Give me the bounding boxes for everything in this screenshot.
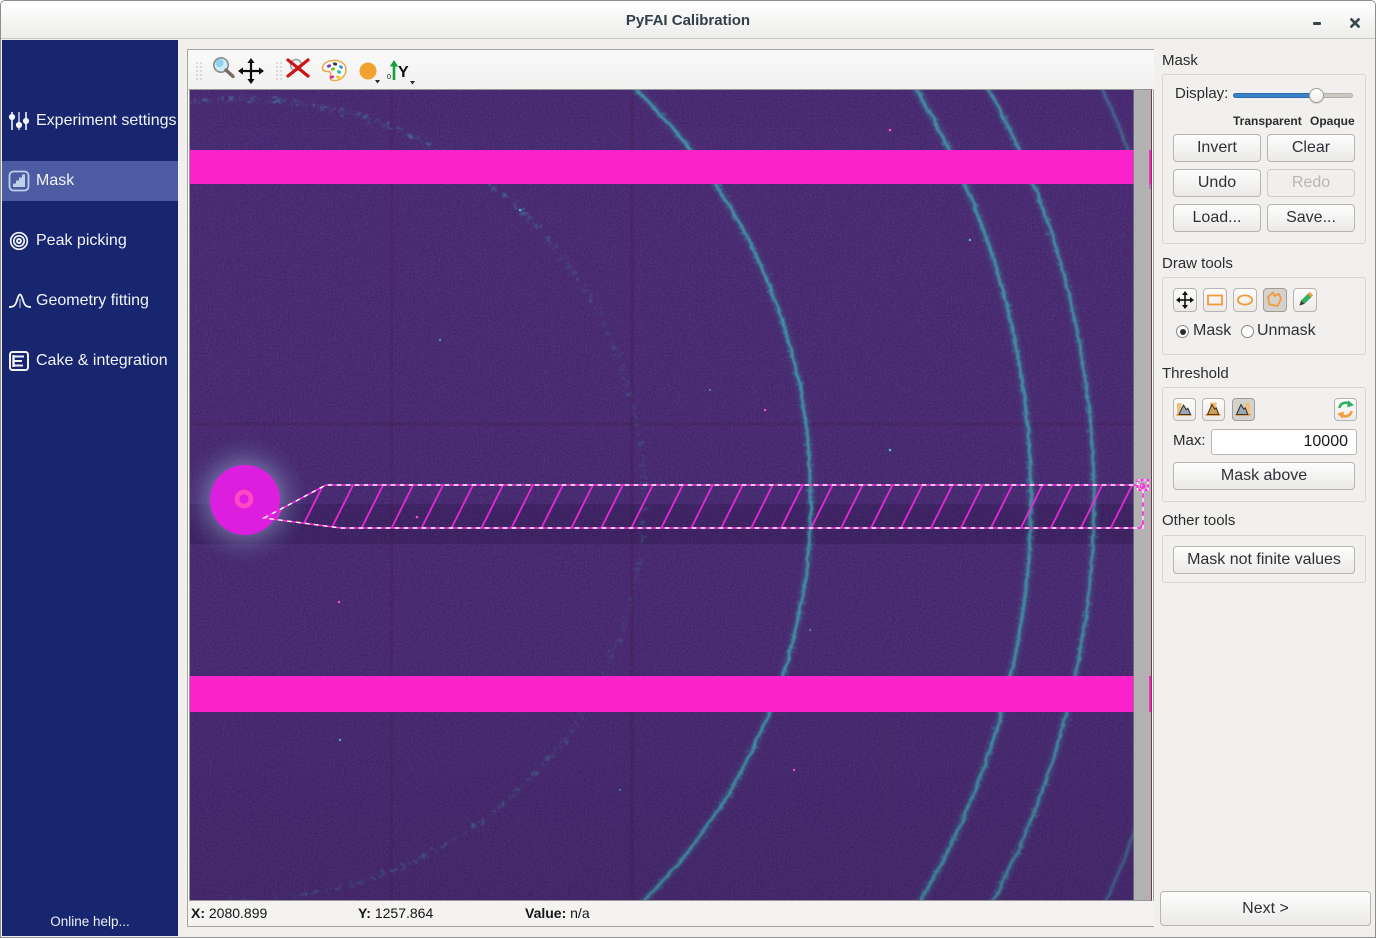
svg-text:0: 0 <box>387 74 391 81</box>
svg-text:Y: Y <box>398 64 409 81</box>
